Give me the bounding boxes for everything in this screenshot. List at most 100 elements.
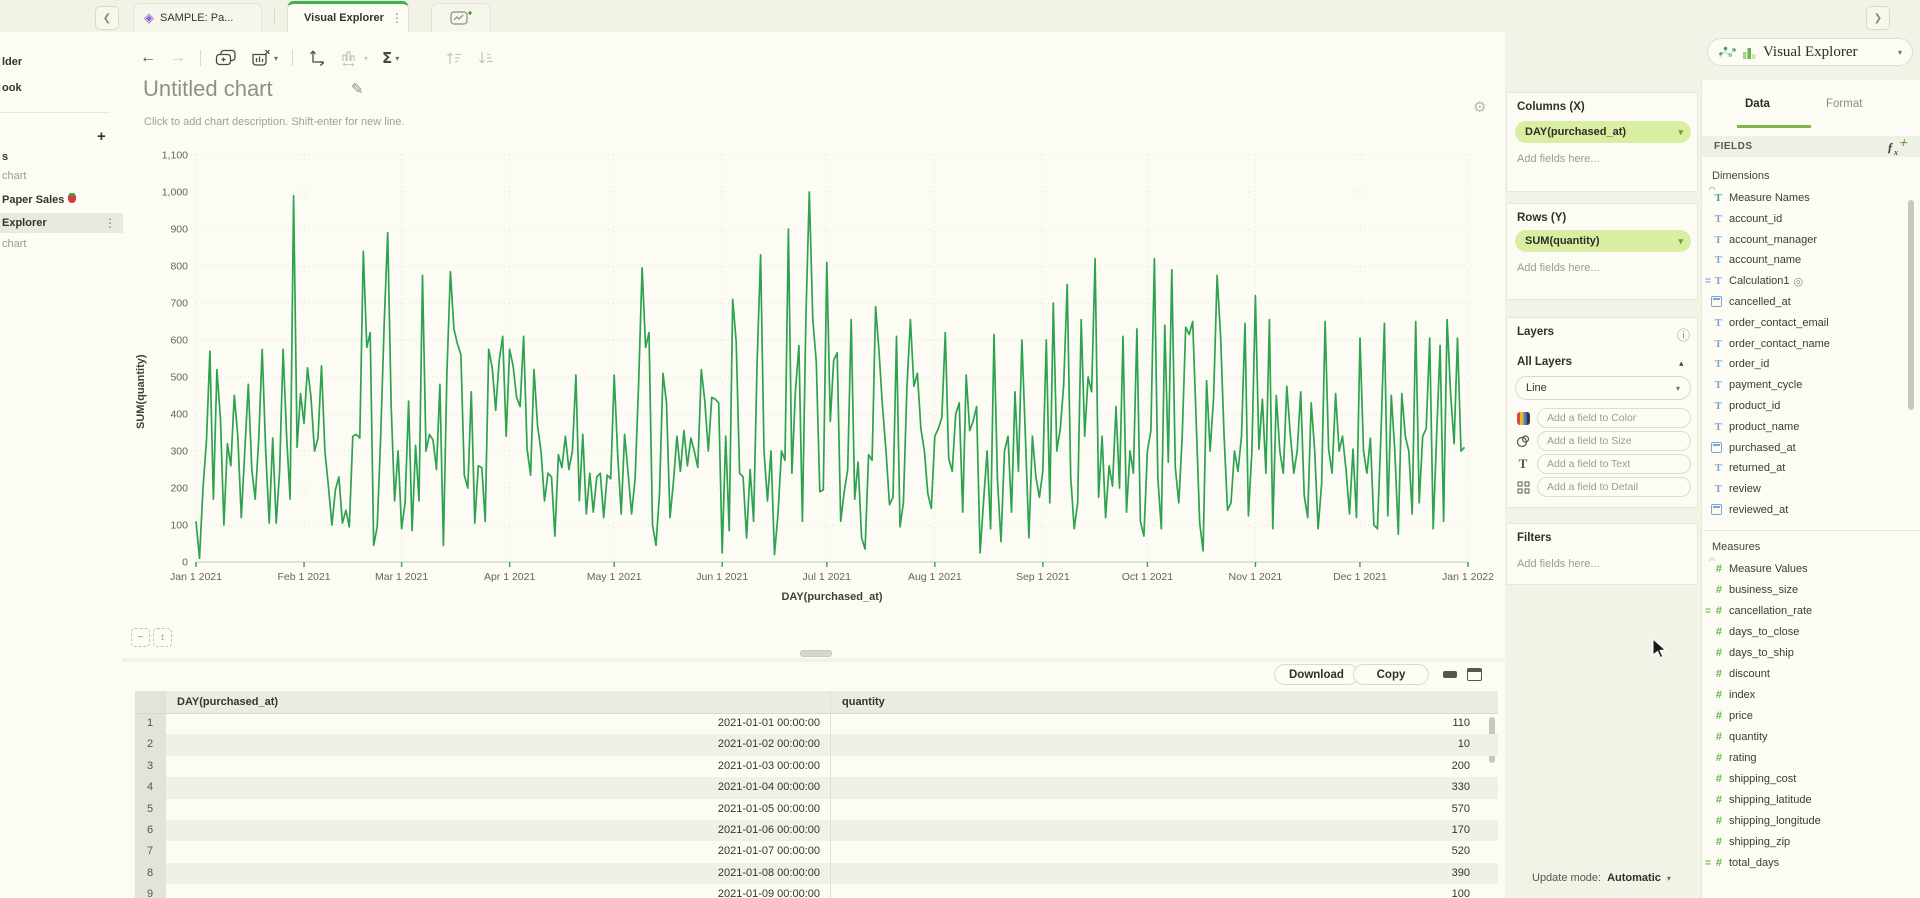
- svg-text:Dec 1 2021: Dec 1 2021: [1333, 571, 1387, 583]
- measure-field-item[interactable]: #shipping_zip: [1703, 832, 1903, 852]
- tab-divider: [274, 9, 275, 25]
- cell-quantity: 390: [830, 863, 1498, 884]
- dimension-field-item[interactable]: TMeasure Names: [1703, 188, 1903, 208]
- add-calculation-button[interactable]: ƒx＋: [1887, 136, 1908, 157]
- sidebar: lder ook + s chart Paper Sales Explorer …: [0, 32, 124, 898]
- collapse-table-icon[interactable]: [1443, 671, 1457, 678]
- dimension-field-item[interactable]: Torder_id: [1703, 354, 1903, 374]
- dimension-field-item[interactable]: =TCalculation1◎: [1703, 271, 1903, 291]
- chevron-down-icon: ▾: [1678, 127, 1683, 138]
- number-field-icon: #: [1703, 689, 1729, 701]
- text-field-icon: T: [1703, 358, 1729, 370]
- panel-expand-button[interactable]: ❯: [1866, 6, 1890, 30]
- tab-visual-explorer[interactable]: Visual Explorer ⋮: [287, 1, 409, 32]
- sidebar-item-charts[interactable]: s: [0, 147, 125, 167]
- field-name: payment_cycle: [1729, 379, 1802, 391]
- tab-menu-kebab-icon[interactable]: ⋮: [390, 11, 404, 25]
- dimension-field-item[interactable]: Taccount_id: [1703, 209, 1903, 229]
- svg-text:May 1 2021: May 1 2021: [587, 571, 642, 583]
- update-mode-select[interactable]: Automatic: [1607, 872, 1661, 884]
- cell-day: 2021-01-02 00:00:00: [165, 734, 830, 755]
- measure-field-item[interactable]: #business_size: [1703, 580, 1903, 600]
- dimension-field-item[interactable]: Tpayment_cycle: [1703, 375, 1903, 395]
- item-menu-kebab-icon[interactable]: ⋮: [103, 213, 117, 233]
- download-button[interactable]: Download: [1274, 664, 1359, 685]
- svg-text:Mar 1 2021: Mar 1 2021: [375, 571, 428, 583]
- dimension-field-item[interactable]: reviewed_at: [1703, 500, 1903, 520]
- sidebar-item-visual-explorer[interactable]: Explorer ⋮: [0, 213, 125, 233]
- measure-field-item[interactable]: #index: [1703, 685, 1903, 705]
- color-icon: [1515, 410, 1531, 426]
- svg-text:400: 400: [170, 409, 188, 421]
- resize-chart-button[interactable]: ↕: [153, 628, 172, 647]
- dimension-field-item[interactable]: Taccount_manager: [1703, 230, 1903, 250]
- svg-text:Aug 1 2021: Aug 1 2021: [908, 571, 962, 583]
- all-layers-label: All Layers: [1517, 356, 1572, 368]
- measure-field-item[interactable]: #shipping_latitude: [1703, 790, 1903, 810]
- measure-field-item[interactable]: #shipping_cost: [1703, 769, 1903, 789]
- measure-field-item[interactable]: #discount: [1703, 664, 1903, 684]
- measure-field-item[interactable]: #rating: [1703, 748, 1903, 768]
- strawberry-icon: [68, 195, 76, 203]
- column-header-day[interactable]: DAY(purchased_at): [165, 691, 830, 713]
- rows-add-fields-placeholder[interactable]: Add fields here...: [1517, 262, 1600, 274]
- dimension-field-item[interactable]: Tproduct_name: [1703, 417, 1903, 437]
- field-name: index: [1729, 689, 1755, 701]
- tab-data[interactable]: Data: [1745, 98, 1770, 110]
- split-drag-handle[interactable]: [800, 650, 832, 657]
- cell-day: 2021-01-01 00:00:00: [165, 713, 830, 734]
- columns-field-pill[interactable]: DAY(purchased_at)▾: [1515, 121, 1691, 143]
- sidebar-item-paper-sales[interactable]: Paper Sales: [0, 190, 125, 210]
- sidebar-collapse-button[interactable]: ❮: [95, 6, 119, 30]
- new-chart-tab-button[interactable]: [431, 3, 491, 32]
- measure-field-item[interactable]: #days_to_close: [1703, 622, 1903, 642]
- sidebar-item-builder[interactable]: lder: [0, 52, 125, 72]
- sidebar-add-button[interactable]: +: [97, 128, 106, 145]
- geo-role-icon: ◎: [1794, 275, 1804, 288]
- row-number: 8: [135, 863, 165, 884]
- detail-field-slot[interactable]: Add a field to Detail: [1537, 477, 1691, 497]
- field-name: Measure Values: [1729, 563, 1808, 575]
- table-view-icon[interactable]: [1467, 668, 1482, 681]
- tab-label: Visual Explorer: [304, 12, 384, 24]
- copy-button[interactable]: Copy: [1353, 664, 1429, 685]
- collapse-section-icon[interactable]: ▴: [1679, 358, 1684, 369]
- text-field-slot[interactable]: Add a field to Text: [1537, 454, 1691, 474]
- dimension-field-item[interactable]: Taccount_name: [1703, 250, 1903, 270]
- dimension-field-item[interactable]: purchased_at: [1703, 438, 1903, 458]
- measure-values-icon: #: [1703, 563, 1729, 575]
- dimension-field-item[interactable]: Tproduct_id: [1703, 396, 1903, 416]
- dimension-field-item[interactable]: cancelled_at: [1703, 292, 1903, 312]
- sidebar-item-chart[interactable]: chart: [0, 166, 125, 186]
- measure-field-item[interactable]: =#total_days: [1703, 853, 1903, 873]
- dimension-field-item[interactable]: Torder_contact_email: [1703, 313, 1903, 333]
- sidebar-item-chart-2[interactable]: chart: [0, 234, 125, 254]
- dimension-field-item[interactable]: Treturned_at: [1703, 458, 1903, 478]
- dimension-field-item[interactable]: Treview: [1703, 479, 1903, 499]
- measure-field-item[interactable]: #days_to_ship: [1703, 643, 1903, 663]
- size-field-slot[interactable]: Add a field to Size: [1537, 431, 1691, 451]
- measure-field-item[interactable]: #shipping_longitude: [1703, 811, 1903, 831]
- tab-sample-paper-sales[interactable]: ◈ SAMPLE: Pa...: [133, 3, 262, 32]
- columns-add-fields-placeholder[interactable]: Add fields here...: [1517, 153, 1600, 165]
- columns-shelf-title: Columns (X): [1517, 101, 1585, 113]
- measure-field-item[interactable]: #price: [1703, 706, 1903, 726]
- dimension-field-item[interactable]: Torder_contact_name: [1703, 334, 1903, 354]
- sidebar-item-notebook[interactable]: ook: [0, 78, 125, 98]
- measure-field-item[interactable]: #Measure Values: [1703, 559, 1903, 579]
- collapse-chart-button[interactable]: −: [131, 628, 150, 647]
- info-icon[interactable]: ⓘ: [1677, 325, 1690, 344]
- fields-scrollbar-thumb[interactable]: [1908, 200, 1914, 410]
- tab-format[interactable]: Format: [1826, 98, 1862, 110]
- rows-field-pill[interactable]: SUM(quantity)▾: [1515, 230, 1691, 252]
- mark-type-select[interactable]: Line▾: [1515, 376, 1691, 400]
- view-switcher-button[interactable]: Visual Explorer ▾: [1707, 38, 1913, 66]
- field-name: rating: [1729, 752, 1757, 764]
- filters-add-fields-placeholder[interactable]: Add fields here...: [1517, 558, 1600, 570]
- measure-field-item[interactable]: #quantity: [1703, 727, 1903, 747]
- line-chart-canvas[interactable]: 01002003004005006007008009001,0001,100Ja…: [123, 32, 1505, 658]
- color-field-slot[interactable]: Add a field to Color: [1537, 408, 1691, 428]
- column-header-quantity[interactable]: quantity: [830, 691, 1498, 713]
- chevron-down-icon[interactable]: ▾: [1667, 874, 1671, 883]
- measure-field-item[interactable]: =#cancellation_rate: [1703, 601, 1903, 621]
